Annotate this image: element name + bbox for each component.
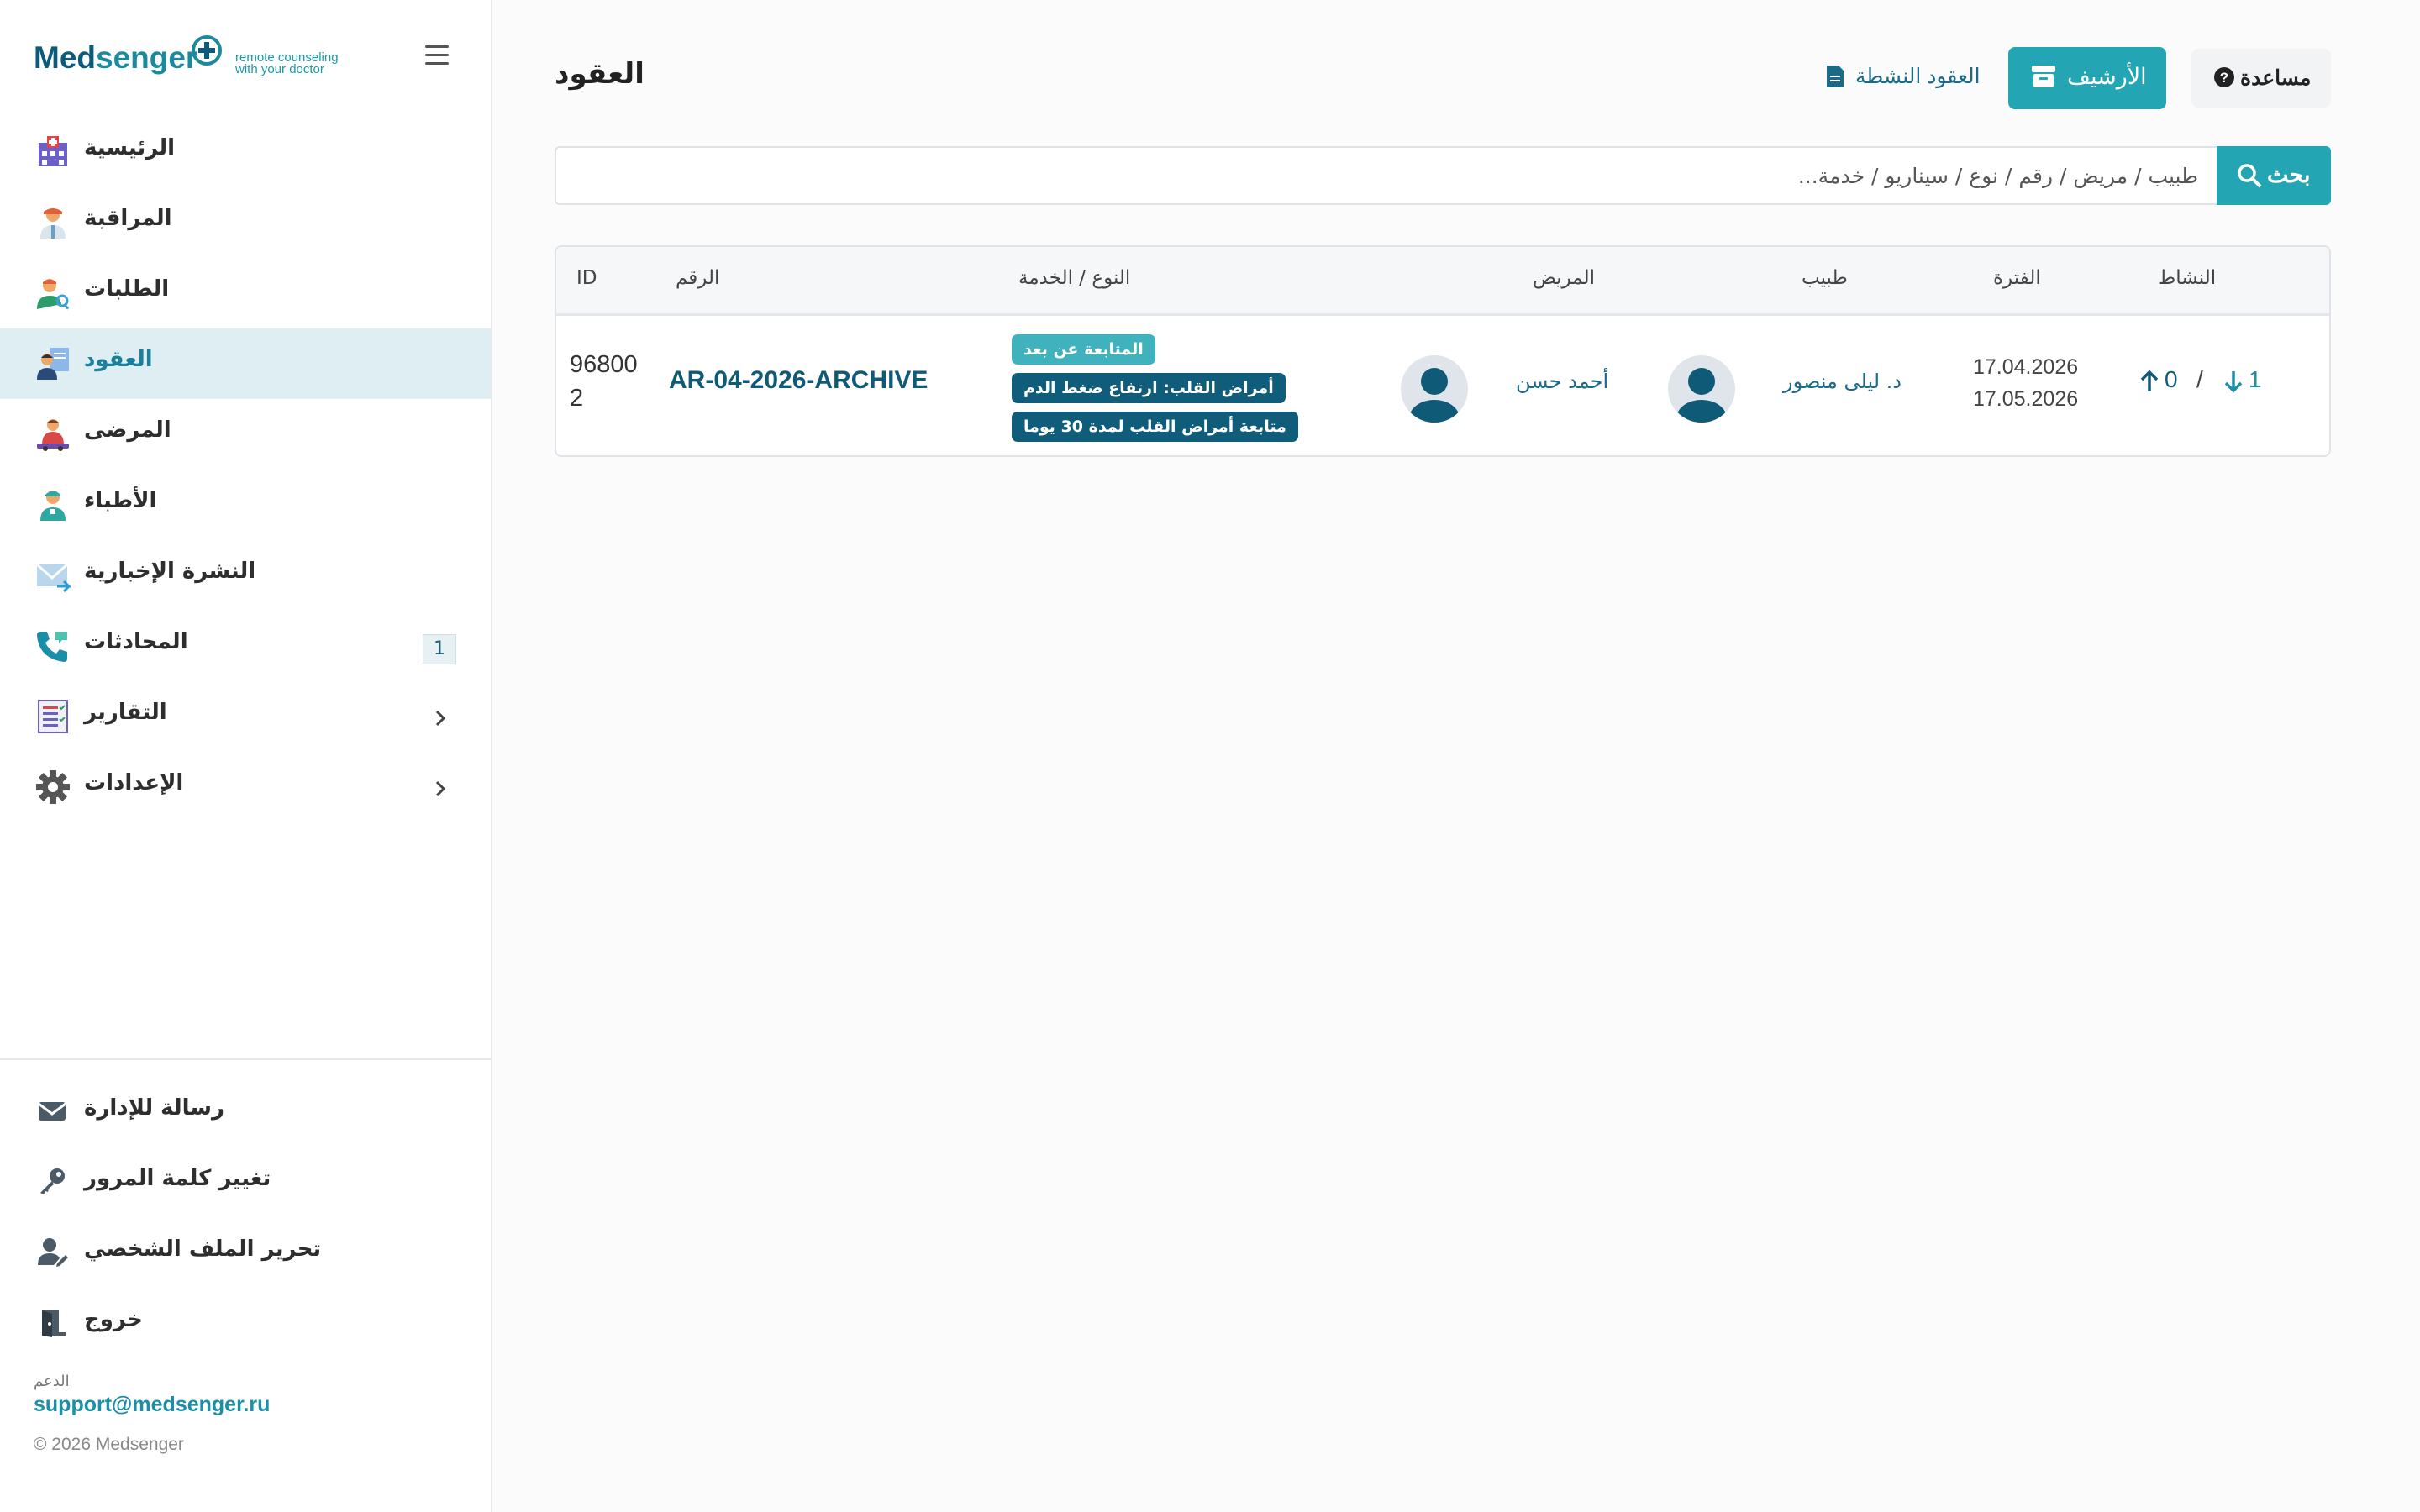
envelope-icon (36, 563, 71, 593)
chevron-right-icon[interactable] (432, 780, 449, 797)
doctor-avatar[interactable] (1667, 354, 1736, 423)
column-header-number[interactable]: الرقم (676, 267, 719, 289)
service-tag: متابعة أمراض القلب لمدة 30 يوما (1012, 412, 1298, 442)
contracts-table: ID الرقم النوع / الخدمة المريض طبيب الفت… (555, 245, 2331, 457)
contract-number-link[interactable]: AR-04-2026-ARCHIVE (669, 366, 928, 395)
chevron-right-icon[interactable] (432, 710, 449, 727)
table-header: ID الرقم النوع / الخدمة المريض طبيب الفت… (556, 247, 2329, 316)
sidebar-divider (0, 1058, 491, 1060)
sidebar-item-label: المحادثات (84, 629, 188, 654)
sidebar-item-change-password[interactable]: تغيير كلمة المرور (0, 1146, 491, 1216)
sidebar-item-contracts[interactable]: العقود (0, 328, 491, 399)
activity-counter: 0 / 1 (2139, 365, 2307, 398)
sidebar-item-label: تحرير الملف الشخصي (84, 1236, 322, 1262)
sidebar-item-label: التقارير (84, 700, 167, 725)
sidebar-item-home[interactable]: الرئيسية (0, 117, 491, 187)
help-label: مساعدة (2240, 66, 2312, 90)
contract-id: 96800 2 (570, 351, 638, 412)
sidebar-item-edit-profile[interactable]: تحرير الملف الشخصي (0, 1216, 491, 1287)
sidebar-item-doctors[interactable]: الأطباء (0, 470, 491, 540)
doctor-icon (40, 208, 66, 239)
column-header-id[interactable]: ID (576, 267, 597, 289)
archive-box-icon (2032, 66, 2055, 87)
sidebar-item-patients[interactable]: المرضى (0, 399, 491, 470)
arrow-down-icon (2224, 371, 2243, 393)
column-header-patient[interactable]: المريض (1533, 267, 1595, 289)
contract-icon (37, 348, 69, 380)
question-circle-icon: ? (2214, 67, 2234, 87)
brand-tagline: remote counseling with your doctor (235, 50, 339, 76)
help-button[interactable]: ? مساعدة (2191, 49, 2331, 108)
phone-icon (37, 632, 67, 662)
support-email-link[interactable]: support@medsenger.ru (34, 1393, 270, 1417)
column-header-type[interactable]: النوع / الخدمة (1018, 267, 1130, 289)
search-button[interactable]: بحث (2217, 146, 2331, 205)
sidebar-item-conversations[interactable]: المحادثات 1 (0, 611, 491, 681)
arrow-up-icon (2140, 370, 2159, 391)
search-button-label: بحث (2267, 162, 2311, 187)
sidebar-item-label: الإعدادات (84, 770, 184, 795)
sidebar-item-label: الطلبات (84, 276, 170, 302)
brand-name: Medsenger (34, 40, 198, 75)
sidebar-item-label: المرضى (84, 417, 171, 443)
plus-circle-icon (192, 35, 222, 66)
mail-icon (38, 1102, 66, 1121)
support-caption: الدعم (34, 1373, 70, 1390)
active-contracts-label: العقود النشطة (1855, 65, 1981, 88)
search-input[interactable] (555, 146, 2217, 205)
brand-logo[interactable]: Medsenger remote counseling with your do… (34, 34, 370, 84)
sidebar-item-newsletter[interactable]: النشرة الإخبارية (0, 540, 491, 611)
sidebar-item-settings[interactable]: الإعدادات (0, 752, 491, 822)
sidebar-item-monitoring[interactable]: المراقبة (0, 187, 491, 258)
column-header-activity[interactable]: النشاط (2158, 267, 2216, 289)
copyright: © 2026 Medsenger (34, 1435, 184, 1454)
sidebar-item-label: المراقبة (84, 206, 172, 231)
svg-text:?: ? (2220, 70, 2228, 86)
column-header-period[interactable]: الفترة (1993, 267, 2041, 289)
service-tag: المتابعة عن بعد (1012, 334, 1155, 365)
unread-count-badge: 1 (423, 634, 456, 664)
sidebar-footer-nav: رسالة للإدارة تغيير كلمة المرور تحرير ال… (0, 1075, 491, 1357)
column-header-doctor[interactable]: طبيب (1802, 267, 1848, 289)
document-icon (1827, 66, 1844, 87)
hospital-icon (39, 136, 67, 166)
user-search-icon (37, 279, 70, 310)
sidebar: Medsenger remote counseling with your do… (0, 0, 492, 1512)
sidebar-item-label: الرئيسية (84, 135, 176, 160)
active-contracts-button[interactable]: العقود النشطة (1812, 47, 1988, 106)
activity-separator: / (2196, 366, 2203, 392)
report-icon (38, 700, 68, 733)
sidebar-item-label: العقود (84, 347, 153, 372)
sidebar-item-logout[interactable]: خروج (0, 1287, 491, 1357)
sidebar-item-reports[interactable]: التقارير (0, 681, 491, 752)
doctor-name-link[interactable]: د. ليلى منصور (1783, 370, 1902, 393)
gear-icon (36, 770, 70, 804)
sidebar-item-label: الأطباء (84, 488, 157, 513)
page-title: العقود (555, 57, 644, 91)
sidebar-item-message-admin[interactable]: رسالة للإدارة (0, 1075, 491, 1146)
activity-incoming: 1 (2249, 366, 2262, 392)
contract-period: 17.04.2026 17.05.2026 (1973, 355, 2079, 411)
archive-button[interactable]: الأرشيف (2008, 47, 2166, 109)
sidebar-item-label: النشرة الإخبارية (84, 559, 256, 584)
sidebar-nav: الرئيسية المراقبة الطلبات العقود المرضى … (0, 117, 491, 822)
patient-avatar[interactable] (1400, 354, 1469, 423)
key-icon (40, 1168, 65, 1194)
patient-name-link[interactable]: أحمد حسن (1516, 370, 1608, 393)
search-icon (2238, 164, 2262, 188)
physicians-icon (40, 491, 66, 521)
service-tag: أمراض القلب: ارتفاع ضغط الدم (1012, 373, 1286, 403)
sidebar-item-label: تغيير كلمة المرور (84, 1166, 271, 1191)
sidebar-item-requests[interactable]: الطلبات (0, 258, 491, 328)
patients-icon (37, 419, 69, 451)
menu-toggle-icon[interactable] (425, 45, 449, 66)
archive-label: الأرشيف (2067, 64, 2147, 89)
sidebar-item-label: رسالة للإدارة (84, 1095, 224, 1121)
user-edit-icon (38, 1238, 68, 1267)
sidebar-item-label: خروج (84, 1307, 143, 1332)
exit-door-icon (42, 1310, 66, 1337)
activity-outgoing: 0 (2165, 366, 2178, 392)
